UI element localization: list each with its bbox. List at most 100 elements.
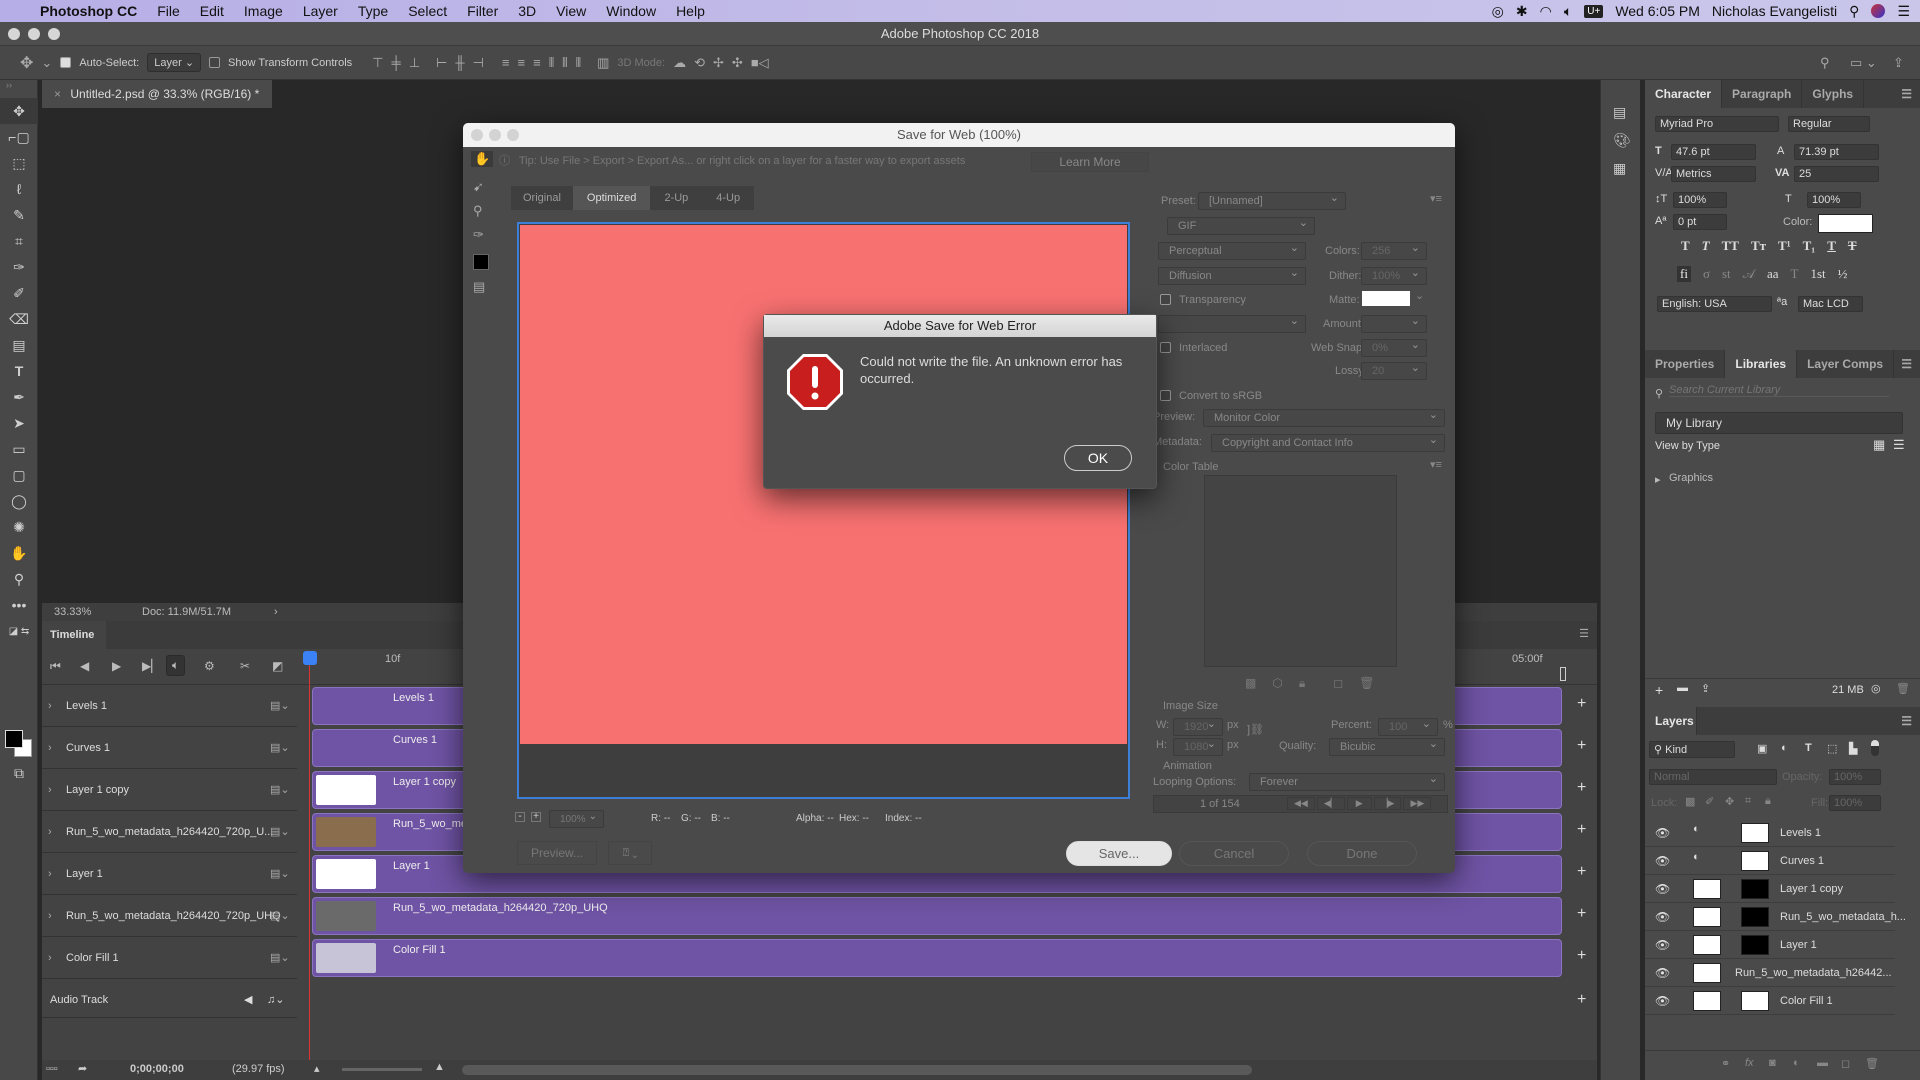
go-to-first-frame-icon[interactable]: ⏮ xyxy=(50,659,61,674)
visibility-eye-icon[interactable]: 👁︎ xyxy=(1655,882,1670,896)
preset-dropdown[interactable]: [Unnamed] xyxy=(1198,192,1346,210)
dither-field[interactable]: 100% xyxy=(1361,267,1427,285)
align-top-icon[interactable]: ⊤ xyxy=(372,55,383,71)
sfw-zoom-dropdown[interactable]: 100% xyxy=(549,810,604,828)
filter-pixel-icon[interactable]: ▣ xyxy=(1757,742,1767,755)
distribute-bottom-icon[interactable]: ≡ xyxy=(533,55,541,70)
menu-3d[interactable]: 3D xyxy=(508,3,546,19)
timeline-scrollbar[interactable] xyxy=(462,1065,1252,1075)
stylistic-alternates-icon[interactable]: aa xyxy=(1767,266,1779,282)
search-icon[interactable]: ⚲ xyxy=(1820,55,1830,71)
tab-properties[interactable]: Properties xyxy=(1645,350,1726,378)
transparency-checkbox[interactable] xyxy=(1160,294,1171,305)
leading-field[interactable]: 71.39 pt xyxy=(1794,144,1879,160)
new-group-icon[interactable]: ▬ xyxy=(1677,682,1688,694)
marquee-tool-icon[interactable]: ⬚ xyxy=(0,150,38,176)
close-document-icon[interactable]: × xyxy=(54,87,61,101)
expand-track-icon[interactable]: › xyxy=(48,811,52,853)
rounded-rect-tool-icon[interactable]: ▢ xyxy=(0,462,38,488)
mute-audio-icon[interactable]: 🔈︎ xyxy=(166,655,186,676)
layer-row[interactable]: 👁︎ Layer 1 xyxy=(1645,931,1895,959)
upload-icon[interactable]: ⇪ xyxy=(1701,682,1710,695)
add-media-button[interactable]: + xyxy=(1577,779,1586,797)
color-table-menu-icon[interactable]: ▾≡ xyxy=(1430,458,1442,471)
tab-character[interactable]: Character xyxy=(1645,80,1723,108)
save-button[interactable]: Save... xyxy=(1066,841,1172,866)
minimize-window-button[interactable] xyxy=(28,28,40,40)
delete-layer-icon[interactable]: 🗑︎ xyxy=(1865,1057,1879,1070)
timeline-track-label[interactable]: › Layer 1 copy ▤⌄ xyxy=(42,769,297,811)
optimize-menu-icon[interactable]: ▾≡ xyxy=(1430,192,1442,205)
path-select-tool-icon[interactable]: ➤ xyxy=(0,410,38,436)
preview-in-browser-button[interactable]: Preview... xyxy=(517,841,597,865)
distribute-left-icon[interactable]: ⫴ xyxy=(549,55,554,71)
sfw-slice-select-tool-icon[interactable]: ➹ xyxy=(473,179,484,195)
sfw-minimize-button[interactable] xyxy=(489,129,501,141)
expand-track-icon[interactable]: › xyxy=(48,769,52,811)
spotlight-icon[interactable]: ⚲ xyxy=(1849,3,1859,20)
collapse-toolbar-icon[interactable]: ›› xyxy=(0,80,37,98)
opacity-field[interactable]: 100% xyxy=(1829,769,1881,785)
eraser-tool-icon[interactable]: ⌫ xyxy=(0,306,38,332)
3d-orbit-icon[interactable]: ☁ xyxy=(673,55,686,71)
user-name[interactable]: Nicholas Evangelisti xyxy=(1712,3,1837,19)
align-vcenter-icon[interactable]: ╪ xyxy=(391,55,400,70)
small-caps-icon[interactable]: Tт xyxy=(1751,238,1766,254)
input-menu-icon[interactable]: U+ xyxy=(1584,4,1604,18)
zoom-level[interactable]: 33.33% xyxy=(54,603,91,621)
fill-field[interactable]: 100% xyxy=(1829,795,1881,811)
visibility-eye-icon[interactable]: 👁︎ xyxy=(1655,826,1670,840)
align-left-icon[interactable]: ⊢ xyxy=(436,55,447,71)
new-color-icon[interactable]: ◻ xyxy=(1333,676,1343,691)
grid-view-icon[interactable]: ▦ xyxy=(1873,437,1885,453)
audio-mute-icon[interactable]: ◀ xyxy=(244,983,252,1018)
tab-layers[interactable]: Layers xyxy=(1645,707,1697,735)
add-media-button[interactable]: + xyxy=(1577,821,1586,839)
link-layers-icon[interactable]: ⚭ xyxy=(1721,1057,1730,1070)
eyedropper-tool-icon[interactable]: ✑ xyxy=(0,254,38,280)
distribute-vcenter-icon[interactable]: ≡ xyxy=(518,55,526,70)
convert-srgb-checkbox[interactable] xyxy=(1160,390,1171,401)
timeline-track-label[interactable]: › Run_5_wo_metadata_h264420_720p_U... ▤⌄ xyxy=(42,811,297,853)
track-options-icon[interactable]: ▤⌄ xyxy=(270,685,290,727)
layer-row[interactable]: 👁︎ Run_5_wo_metadata_h26442... xyxy=(1645,959,1895,987)
track-options-icon[interactable]: ▤⌄ xyxy=(270,853,290,895)
menu-type[interactable]: Type xyxy=(348,3,398,19)
kerning-field[interactable]: Metrics xyxy=(1671,166,1756,182)
track-options-icon[interactable]: ▤⌄ xyxy=(270,811,290,853)
visibility-eye-icon[interactable]: 👁︎ xyxy=(1655,910,1670,924)
filter-smart-object-icon[interactable]: ▙ xyxy=(1849,742,1857,755)
blend-mode-dropdown[interactable]: Normal xyxy=(1649,769,1777,785)
timeline-tab[interactable]: Timeline xyxy=(42,621,106,649)
expand-track-icon[interactable]: › xyxy=(48,685,52,727)
filter-adjustment-icon[interactable]: ◐ xyxy=(1781,742,1788,754)
playback-settings-icon[interactable]: ⚙ xyxy=(204,659,215,673)
done-button[interactable]: Done xyxy=(1307,841,1417,866)
new-layer-icon[interactable]: ◻ xyxy=(1841,1057,1850,1070)
web-shift-icon[interactable]: ⬡ xyxy=(1272,676,1282,691)
sfw-zoom-button[interactable] xyxy=(507,129,519,141)
timeline-track-label[interactable]: › Levels 1 ▤⌄ xyxy=(42,685,297,727)
timeline-track-label[interactable]: › Curves 1 ▤⌄ xyxy=(42,727,297,769)
graphics-expand-icon[interactable]: ▸ xyxy=(1655,473,1661,486)
swap-colors-icon[interactable]: ◪ ⇆ xyxy=(0,618,38,644)
play-animation-icon[interactable]: ▶ xyxy=(1346,797,1372,810)
add-audio-button[interactable]: + xyxy=(1577,991,1586,1009)
3d-slide-icon[interactable]: ✣ xyxy=(732,55,743,71)
volume-icon[interactable]: 🔈︎ xyxy=(1564,3,1572,20)
sfw-zoom-in-icon[interactable]: + xyxy=(531,812,541,822)
timeline-zoom-slider[interactable] xyxy=(342,1068,422,1071)
add-media-button[interactable]: + xyxy=(1577,947,1586,965)
lossy-field[interactable]: 20 xyxy=(1361,362,1427,380)
3d-scale-icon[interactable]: ■◁ xyxy=(751,55,769,71)
library-search-input[interactable] xyxy=(1669,384,1889,397)
font-size-field[interactable]: 47.6 pt xyxy=(1671,144,1756,160)
layer-row[interactable]: 👁︎ ◐ Levels 1 xyxy=(1645,819,1895,847)
timeline-track-label[interactable]: › Color Fill 1 ▤⌄ xyxy=(42,937,297,979)
add-media-button[interactable]: + xyxy=(1577,905,1586,923)
convert-frame-animation-icon[interactable]: ▫▫▫ xyxy=(46,1063,58,1075)
lock-artboard-icon[interactable]: ⌗ xyxy=(1745,795,1751,808)
new-group-icon[interactable]: ▬ xyxy=(1817,1057,1828,1069)
color-table[interactable] xyxy=(1204,475,1397,667)
custom-shape-tool-icon[interactable]: ✺ xyxy=(0,514,38,540)
